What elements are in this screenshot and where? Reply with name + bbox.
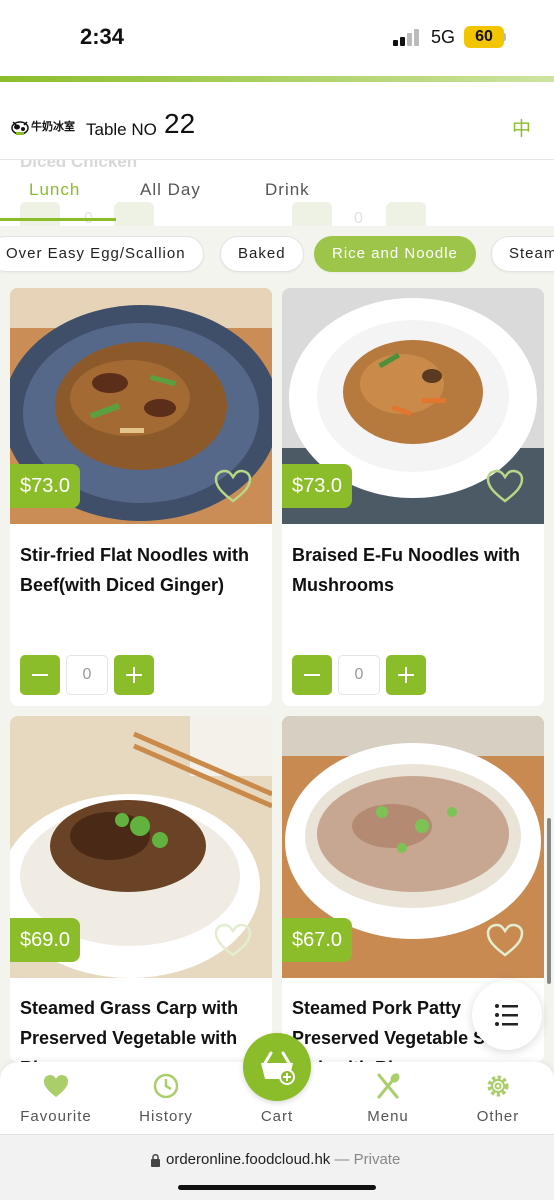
scrolled-minus-button [292,202,332,226]
scrolled-plus-button [386,202,426,226]
cart-button[interactable] [243,1033,311,1101]
heart-icon [44,1075,68,1097]
chip-rice-and-noodle[interactable]: Rice and Noodle [314,236,476,272]
favourite-heart-icon[interactable] [213,468,253,504]
nav-history[interactable]: History [116,1072,216,1125]
language-toggle-button[interactable]: 中 [512,114,531,141]
menu-item-card[interactable]: $69.0 Steamed Grass Carp with Preserved … [10,716,272,1062]
nav-other[interactable]: Other [448,1072,548,1125]
scrolled-minus-button [20,202,60,226]
utensils-icon [377,1073,400,1099]
favourite-heart-icon[interactable] [213,922,253,958]
qty-value[interactable]: 0 [66,655,108,695]
menu-item-card[interactable]: $73.0 Braised E-Fu Noodles with Mushroom… [282,288,544,706]
nav-label: Menu [367,1108,409,1125]
price-badge: $73.0 [10,464,81,508]
nav-label: Favourite [20,1108,92,1125]
scrolled-item-name: Diced Chicken [20,160,138,171]
chip-over-easy-egg[interactable]: Over Easy Egg/Scallion [0,236,204,272]
browser-url-bar[interactable]: orderonline.foodcloud.hk — Private [0,1134,554,1200]
clock-icon [153,1073,179,1099]
active-tab-indicator [0,218,116,221]
lock-icon [151,1154,160,1167]
private-label: — Private [330,1151,401,1168]
cart-icon [261,1051,295,1085]
home-indicator [178,1185,376,1190]
signal-icon [393,28,423,46]
gear-icon [487,1075,509,1097]
cow-icon [11,121,29,135]
status-bar: 2:34 5G 60 [0,0,554,76]
table-number: 22 [164,108,196,139]
favourite-heart-icon[interactable] [485,468,525,504]
nav-menu[interactable]: Menu [338,1072,438,1125]
restaurant-logo: 牛奶冰室 [10,115,76,137]
decrease-qty-button[interactable] [20,655,60,695]
network-label: 5G [431,27,456,47]
scrolled-qty: 0 [354,210,363,226]
nav-favourite[interactable]: Favourite [6,1072,106,1125]
tab-lunch[interactable]: Lunch [29,180,80,200]
favourite-heart-icon[interactable] [485,922,525,958]
category-tabs: Diced Chicken 0 0 Lunch All Day Drink [0,160,554,226]
battery-icon: 60 [464,26,504,48]
url-text: orderonline.foodcloud.hk — Private [166,1151,400,1168]
price-badge: $69.0 [10,918,81,962]
logo-text: 牛奶冰室 [31,121,75,133]
tab-all-day[interactable]: All Day [140,180,201,200]
quantity-stepper: 0 [20,655,154,695]
battery-tip [503,33,506,41]
quantity-stepper: 0 [292,655,426,695]
scrolled-plus-button [114,202,154,226]
table-label: Table NO [86,120,157,139]
chip-baked[interactable]: Baked [220,236,304,272]
price-badge: $73.0 [282,464,353,508]
qty-value[interactable]: 0 [338,655,380,695]
url-domain: orderonline.foodcloud.hk [166,1151,331,1168]
menu-item-card[interactable]: $73.0 Stir-fried Flat Noodles with Beef(… [10,288,272,706]
nav-label: History [139,1108,193,1125]
header: 牛奶冰室 Table NO 22 中 [0,82,554,160]
chip-steam[interactable]: Steam [491,236,554,272]
scrollbar[interactable] [547,818,551,984]
menu-item-name: Braised E-Fu Noodles with Mushrooms [292,545,521,595]
category-list-button[interactable] [472,980,542,1050]
nav-label: Other [476,1108,520,1125]
tab-drink[interactable]: Drink [265,180,310,200]
increase-qty-button[interactable] [386,655,426,695]
nav-label: Cart [260,1108,294,1125]
menu-item-name: Stir-fried Flat Noodles with Beef(with D… [20,545,250,595]
list-icon [495,1004,518,1026]
decrease-qty-button[interactable] [292,655,332,695]
subcategory-chips: Over Easy Egg/Scallion Baked Rice and No… [0,226,554,286]
price-badge: $67.0 [282,918,353,962]
menu-item-name: Steamed Grass Carp with Preserved Vegeta… [20,998,239,1062]
status-time: 2:34 [80,24,125,49]
increase-qty-button[interactable] [114,655,154,695]
